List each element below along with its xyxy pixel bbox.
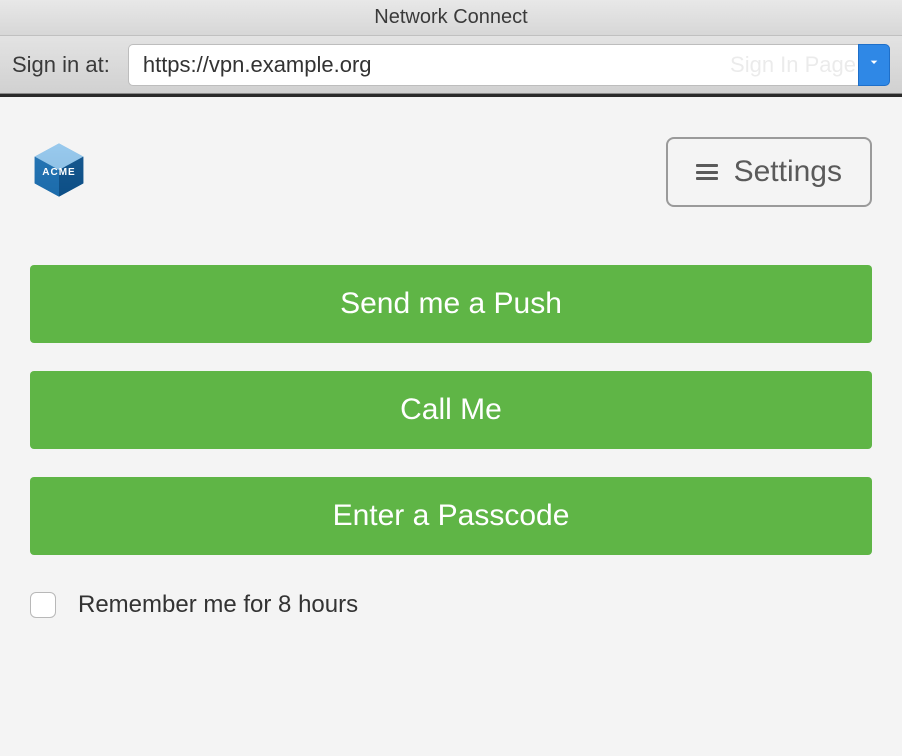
signin-toolbar: Sign in at: Sign In Page — [0, 36, 902, 94]
brand-text: ACME — [42, 167, 75, 178]
brand-logo: ACME — [30, 143, 88, 201]
send-push-button[interactable]: Send me a Push — [30, 265, 872, 343]
chevron-down-icon — [866, 54, 882, 75]
enter-passcode-button[interactable]: Enter a Passcode — [30, 477, 872, 555]
url-field-wrap: Sign In Page — [128, 44, 890, 86]
call-me-button[interactable]: Call Me — [30, 371, 872, 449]
settings-label: Settings — [734, 155, 842, 189]
remember-checkbox[interactable] — [30, 592, 56, 618]
signin-label: Sign in at: — [12, 52, 110, 78]
auth-panel: ACME Settings Send me a Push Call Me Ent… — [0, 97, 902, 619]
remember-row: Remember me for 8 hours — [30, 591, 872, 619]
signin-url-input[interactable] — [128, 44, 858, 86]
url-dropdown-button[interactable] — [858, 44, 890, 86]
settings-button[interactable]: Settings — [666, 137, 872, 207]
window-titlebar: Network Connect — [0, 0, 902, 36]
header-row: ACME Settings — [30, 137, 872, 207]
remember-label: Remember me for 8 hours — [78, 591, 358, 619]
window-title: Network Connect — [374, 6, 527, 29]
hamburger-icon — [696, 164, 718, 180]
